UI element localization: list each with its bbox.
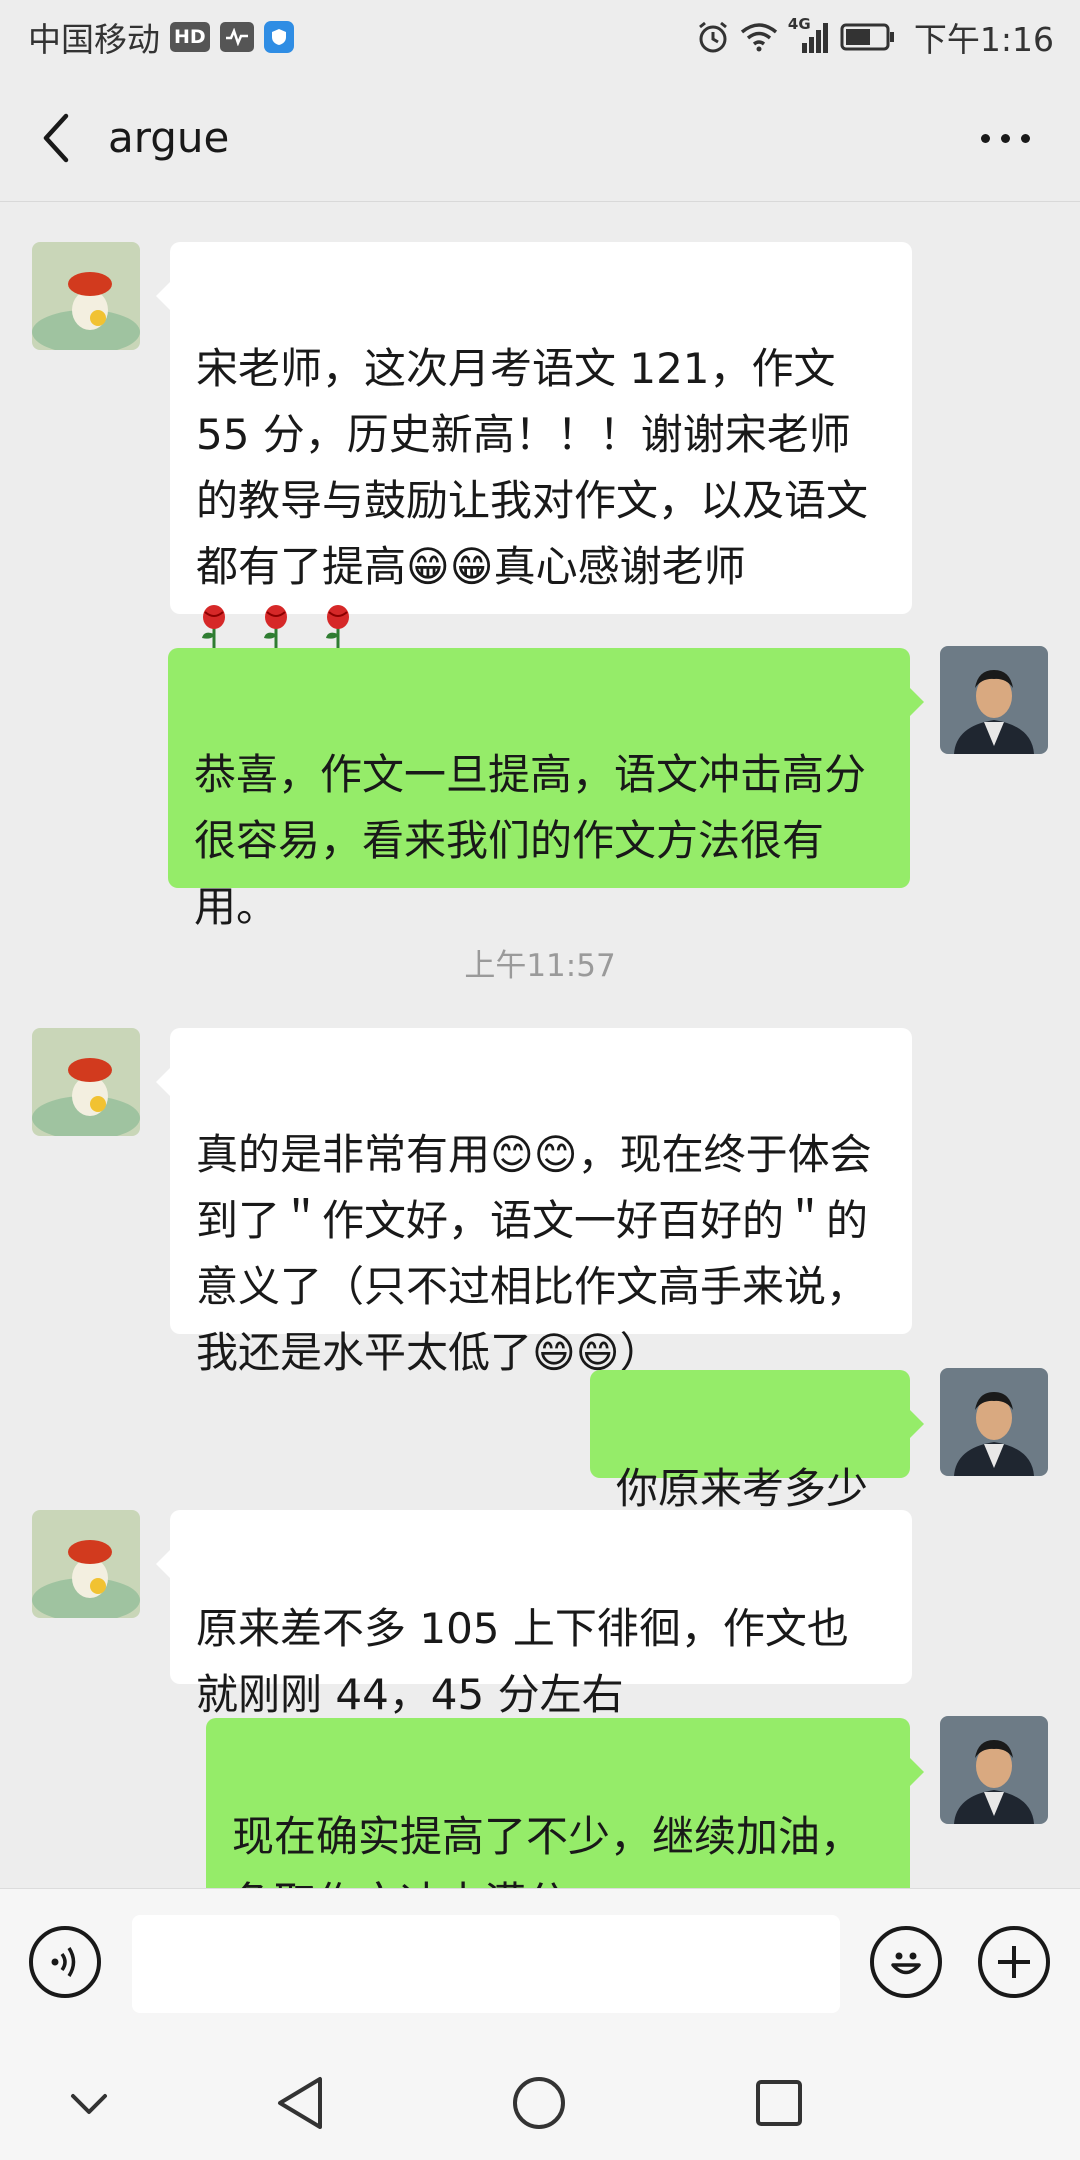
message-bubble-outgoing[interactable]: 你原来考多少 [590,1370,924,1513]
message-input-bar [0,1888,1080,2038]
emoji-icon [891,1952,921,1975]
nav-down-icon [71,2094,107,2114]
back-button[interactable] [6,88,106,188]
signal-icon: 4G [788,15,830,53]
message-bubble-outgoing[interactable]: 恭喜，作文一旦提高，语文冲击高分很容易，看来我们的作文方法很有用。 [168,648,924,931]
self-avatar[interactable] [940,1716,1048,1824]
plus-icon [998,1946,1030,1978]
chat-title: argue [108,113,230,162]
contact-avatar[interactable] [32,1028,140,1136]
activity-icon [219,22,254,52]
wifi-icon [740,22,778,52]
nav-down-button[interactable] [44,2058,134,2148]
system-nav-bar [0,2038,1080,2160]
network-type: 4G [787,15,811,33]
message-text: 恭喜，作文一旦提高，语文冲击高分很容易，看来我们的作文方法很有用。 [194,750,867,931]
message-bubble-incoming[interactable]: 真的是非常有用😊😊，现在终于体会到了＂作文好，语文一好百好的＂的意义了（只不过相… [156,1028,912,1377]
message-text: 你原来考多少 [616,1464,869,1513]
more-button[interactable] [970,108,1040,168]
self-avatar[interactable] [940,646,1048,754]
nav-home-icon [513,2077,565,2129]
message-text: 原来差不多 105 上下徘徊，作文也就刚刚 44，45 分左右 [196,1604,849,1719]
nav-recent-button[interactable] [734,2058,824,2148]
battery-icon [840,23,896,51]
nav-home-button[interactable] [494,2058,584,2148]
hd-badge: HD [170,22,210,52]
voice-button[interactable] [29,1926,101,1998]
chat-header: argue [0,74,1080,202]
shield-icon [263,21,294,53]
status-right: 4G 下午1:16 [696,13,1054,61]
contact-avatar[interactable] [32,242,140,350]
message-text: 真的是非常有用😊😊，现在终于体会到了＂作文好，语文一好百好的＂的意义了（只不过相… [196,1130,872,1377]
nav-recent-icon [756,2080,802,2126]
message-text: 宋老师，这次月考语文 121，作文 55 分，历史新高！！！谢谢宋老师的教导与鼓… [196,344,869,591]
message-bubble-incoming[interactable]: 原来差不多 105 上下徘徊，作文也就刚刚 44，45 分左右 [156,1510,912,1719]
emoji-button[interactable] [870,1926,942,1998]
nav-back-button[interactable] [256,2058,346,2148]
carrier-name: 中国移动 [28,20,160,59]
message-input[interactable] [132,1915,840,2013]
self-avatar[interactable] [940,1368,1048,1476]
alarm-icon [696,20,730,54]
message-bubble-incoming[interactable]: 宋老师，这次月考语文 121，作文 55 分，历史新高！！！谢谢宋老师的教导与鼓… [156,242,912,654]
contact-avatar[interactable] [32,1510,140,1618]
clock-time: 下午1:16 [913,20,1054,59]
more-dots-icon [980,133,990,143]
back-arrow-icon [43,113,69,162]
nav-back-icon [278,2077,322,2129]
status-left: 中国移动 HD [28,13,294,61]
chat-timestamp: 上午11:57 [464,948,616,984]
voice-icon [51,1947,76,1977]
plus-button[interactable] [978,1926,1050,1998]
status-bar: 中国移动 HD 4G 下午1:16 [0,0,1080,74]
